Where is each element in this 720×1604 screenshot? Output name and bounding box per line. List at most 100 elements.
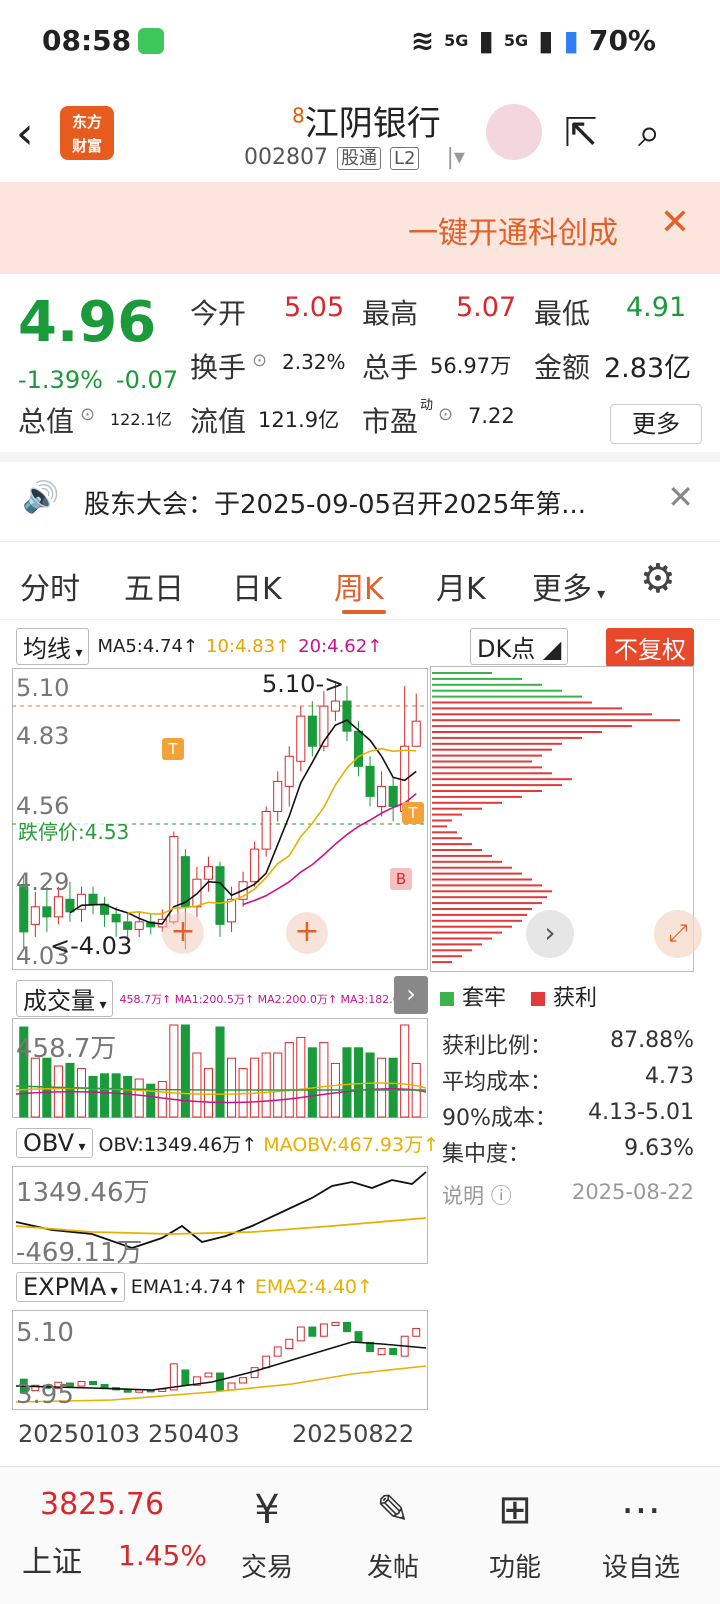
trade-icon[interactable]: ¥ xyxy=(212,1487,322,1533)
post-icon[interactable]: ✎ xyxy=(338,1487,448,1533)
volume-bar xyxy=(284,1042,294,1118)
ma-select[interactable]: 均线 ▾ xyxy=(16,628,90,665)
promo-text[interactable]: 一键开通科创成 xyxy=(408,208,618,252)
explain-text: 说明 xyxy=(442,1184,484,1208)
volume-bar xyxy=(76,1068,87,1118)
settings-gear-icon[interactable]: ⚙ xyxy=(640,556,676,602)
low-marker: <-4.03 xyxy=(50,932,133,960)
last-price: 4.96 xyxy=(18,290,157,355)
volume-bar xyxy=(30,1057,40,1118)
info-icon[interactable]: ⊙ xyxy=(252,350,267,371)
expand-icon[interactable]: ⤢ xyxy=(654,910,702,958)
turnover-value: 2.32% xyxy=(282,350,346,374)
tab-5day[interactable]: 五日 xyxy=(124,564,184,608)
dist-date: 2025-08-22 xyxy=(571,1180,694,1204)
expma-select[interactable]: EXPMA ▾ xyxy=(16,1272,125,1302)
low-value: 4.91 xyxy=(626,292,687,323)
dist-bar xyxy=(432,707,622,710)
expma-chart[interactable] xyxy=(12,1310,428,1410)
info-icon-2[interactable]: ⊙ xyxy=(80,404,95,425)
dist-bar xyxy=(432,748,552,751)
expma-candle xyxy=(273,1346,282,1357)
add-icon-2[interactable]: + xyxy=(286,912,328,954)
candle-body xyxy=(377,785,387,807)
avg-cost-value: 4.73 xyxy=(645,1064,694,1089)
volume-bar xyxy=(88,1075,98,1118)
close-icon[interactable]: ✕ xyxy=(660,202,690,243)
post-button[interactable]: 发帖 xyxy=(338,1547,448,1584)
obv-bottom-tick: -469.11万 xyxy=(16,1238,143,1268)
info-icon-3[interactable]: ⊙ xyxy=(438,404,453,425)
tab-more[interactable]: 更多 ▾ xyxy=(532,564,605,608)
index-name[interactable]: 上证 xyxy=(22,1537,82,1581)
date-mid: 250403 xyxy=(148,1420,240,1448)
tab-daily-k[interactable]: 日K xyxy=(232,564,282,608)
dist-bar xyxy=(432,713,652,716)
expma-candle xyxy=(377,1348,386,1356)
watchlist-icon[interactable]: ⋯ xyxy=(586,1487,696,1533)
back-icon[interactable]: ‹ xyxy=(16,108,34,159)
notice-bar[interactable]: 🔊 股东大会：于2025-09-05召开2025年第... ✕ xyxy=(0,462,720,542)
chevron-right-icon[interactable]: › xyxy=(526,910,574,958)
dropdown-icon[interactable]: |▾ xyxy=(446,145,464,170)
dist-legend: 套牢 获利 xyxy=(440,980,597,1012)
function-icon[interactable]: ⊞ xyxy=(460,1487,570,1533)
clock: 08:58 xyxy=(42,24,132,57)
search-icon[interactable]: ⌕ xyxy=(638,110,660,156)
volume-select[interactable]: 成交量 ▾ xyxy=(16,980,114,1017)
close-notice-icon[interactable]: ✕ xyxy=(667,478,694,516)
volume-bar xyxy=(342,1047,352,1118)
add-watchlist-button[interactable]: 设自选 xyxy=(586,1547,696,1584)
tab-intraday[interactable]: 分时 xyxy=(20,564,80,608)
tab-weekly-k[interactable]: 周K xyxy=(334,564,384,608)
tab-monthly-k[interactable]: 月K xyxy=(436,564,486,608)
volume-value: 56.97万 xyxy=(430,354,512,378)
volume-top-tick: 458.7万 xyxy=(16,1034,117,1064)
stock-code-line: 002807 股通 L2 |▾ xyxy=(244,144,465,170)
signal-5g-1: 5G xyxy=(444,31,469,50)
bottom-bar: 3825.76 上证 1.45% ¥ 交易 ✎ 发帖 ⊞ 功能 ⋯ 设自选 xyxy=(0,1466,720,1604)
share-icon[interactable]: ⇱ xyxy=(564,110,598,156)
dist-bar xyxy=(432,866,512,869)
b-marker[interactable]: B xyxy=(390,868,412,890)
expma-candle xyxy=(77,1380,86,1387)
t-marker[interactable]: T xyxy=(162,738,184,760)
stock-header: ‹ 东方 财富 8江阴银行 002807 股通 L2 |▾ ⇱ ⌕ xyxy=(0,82,720,182)
dist-bar xyxy=(432,919,522,922)
stock-name: 8江阴银行 xyxy=(292,96,441,145)
candle-body xyxy=(296,715,306,762)
t-marker-2[interactable]: T xyxy=(402,802,424,824)
volume-legend: 成交量 ▾ 458.7万↑ MA1:200.5万↑ MA2:200.0万↑ MA… xyxy=(16,980,420,1017)
expand-right-icon[interactable]: › xyxy=(394,976,428,1014)
float-cap-value: 121.9亿 xyxy=(258,408,340,432)
quote-panel: 4.96 -1.39% -0.07 今开 5.05 最高 5.07 最低 4.9… xyxy=(0,274,720,462)
dist-bar xyxy=(432,884,542,887)
candle-body xyxy=(65,898,75,913)
more-button[interactable]: 更多 xyxy=(610,404,702,444)
dist-bar xyxy=(432,689,562,692)
obv-select-label: OBV xyxy=(23,1129,75,1157)
ai-robot-icon[interactable] xyxy=(486,104,542,160)
notice-text[interactable]: 股东大会：于2025-09-05召开2025年第... xyxy=(84,484,586,521)
volume-bar xyxy=(203,1068,213,1118)
index-value[interactable]: 3825.76 xyxy=(40,1487,164,1522)
trade-button[interactable]: 交易 xyxy=(212,1547,322,1584)
promo-banner[interactable]: 一键开通科创成 ✕ xyxy=(0,182,720,274)
candle-body xyxy=(411,720,421,747)
explain-link[interactable]: 说明 ⓘ xyxy=(442,1180,512,1210)
candle-body xyxy=(42,906,52,918)
profit-chip xyxy=(531,992,546,1006)
volume-bar xyxy=(400,1024,410,1118)
index-percent[interactable]: 1.45% xyxy=(118,1539,207,1572)
dk-point-select[interactable]: DK点 ◢ xyxy=(470,628,569,665)
no-adjust-button[interactable]: 不复权 xyxy=(606,628,694,667)
add-icon[interactable]: + xyxy=(162,912,204,954)
profit-ratio-value: 87.88% xyxy=(610,1028,694,1053)
logo-text-2: 财富 xyxy=(71,137,102,155)
amount-value: 2.83亿 xyxy=(604,353,692,384)
app-logo[interactable]: 东方 财富 xyxy=(60,106,114,160)
candle-body xyxy=(111,913,121,923)
function-button[interactable]: 功能 xyxy=(460,1547,570,1584)
obv-select[interactable]: OBV ▾ xyxy=(16,1128,93,1158)
dist-bar xyxy=(432,843,472,846)
